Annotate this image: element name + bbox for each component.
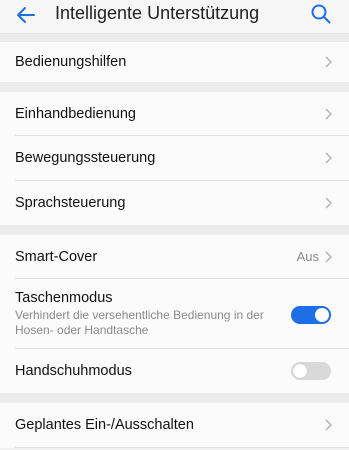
row-taschenmodus: Taschenmodus Verhindert die versehentlic… bbox=[0, 279, 349, 348]
row-value: Aus bbox=[296, 249, 319, 264]
back-arrow-icon[interactable] bbox=[14, 3, 38, 27]
chevron-right-icon bbox=[325, 108, 332, 119]
toggle-knob bbox=[315, 308, 329, 322]
settings-group-2: Einhandbedienung Bewegungssteuerung Spra… bbox=[0, 92, 349, 225]
row-label: Handschuhmodus bbox=[15, 363, 132, 379]
page-title: Intelligente Unterstützung bbox=[55, 3, 260, 23]
settings-group-3: Smart-Cover Aus Taschenmodus Verhindert … bbox=[0, 235, 349, 393]
row-description: Verhindert die versehentliche Bedienung … bbox=[15, 307, 264, 337]
taschenmodus-toggle[interactable] bbox=[291, 306, 331, 324]
settings-group-4: Geplantes Ein-/Ausschalten bbox=[0, 403, 349, 448]
settings-group-1: Bedienungshilfen bbox=[0, 42, 349, 82]
row-label: Sprachsteuerung bbox=[15, 195, 126, 211]
chevron-right-icon bbox=[325, 197, 332, 209]
search-icon[interactable] bbox=[309, 2, 333, 26]
toggle-knob bbox=[293, 364, 307, 378]
row-label: Bewegungssteuerung bbox=[15, 150, 156, 166]
chevron-right-icon bbox=[325, 56, 332, 68]
row-bewegungssteuerung[interactable]: Bewegungssteuerung bbox=[0, 136, 349, 180]
row-bedienungshilfen[interactable]: Bedienungshilfen bbox=[0, 42, 349, 82]
divider bbox=[15, 447, 349, 448]
row-label: Smart-Cover bbox=[15, 248, 98, 265]
chevron-right-icon bbox=[325, 152, 332, 164]
row-sprachsteuerung[interactable]: Sprachsteuerung bbox=[0, 181, 349, 225]
row-einhandbedienung[interactable]: Einhandbedienung bbox=[0, 92, 349, 135]
row-label: Taschenmodus bbox=[15, 289, 113, 306]
section-gap bbox=[0, 34, 349, 42]
app-header: Intelligente Unterstützung bbox=[0, 0, 349, 34]
section-gap bbox=[0, 82, 349, 92]
chevron-right-icon bbox=[325, 251, 332, 262]
row-geplantes-ein-ausschalten[interactable]: Geplantes Ein-/Ausschalten bbox=[0, 403, 349, 447]
row-label: Bedienungshilfen bbox=[15, 54, 127, 70]
chevron-right-icon bbox=[325, 419, 332, 431]
handschuhmodus-toggle[interactable] bbox=[291, 362, 331, 380]
section-gap bbox=[0, 393, 349, 403]
section-gap bbox=[0, 225, 349, 235]
row-label: Geplantes Ein-/Ausschalten bbox=[15, 417, 194, 433]
row-smart-cover[interactable]: Smart-Cover Aus bbox=[0, 235, 349, 278]
row-handschuhmodus: Handschuhmodus bbox=[0, 349, 349, 393]
row-label: Einhandbedienung bbox=[15, 105, 136, 122]
